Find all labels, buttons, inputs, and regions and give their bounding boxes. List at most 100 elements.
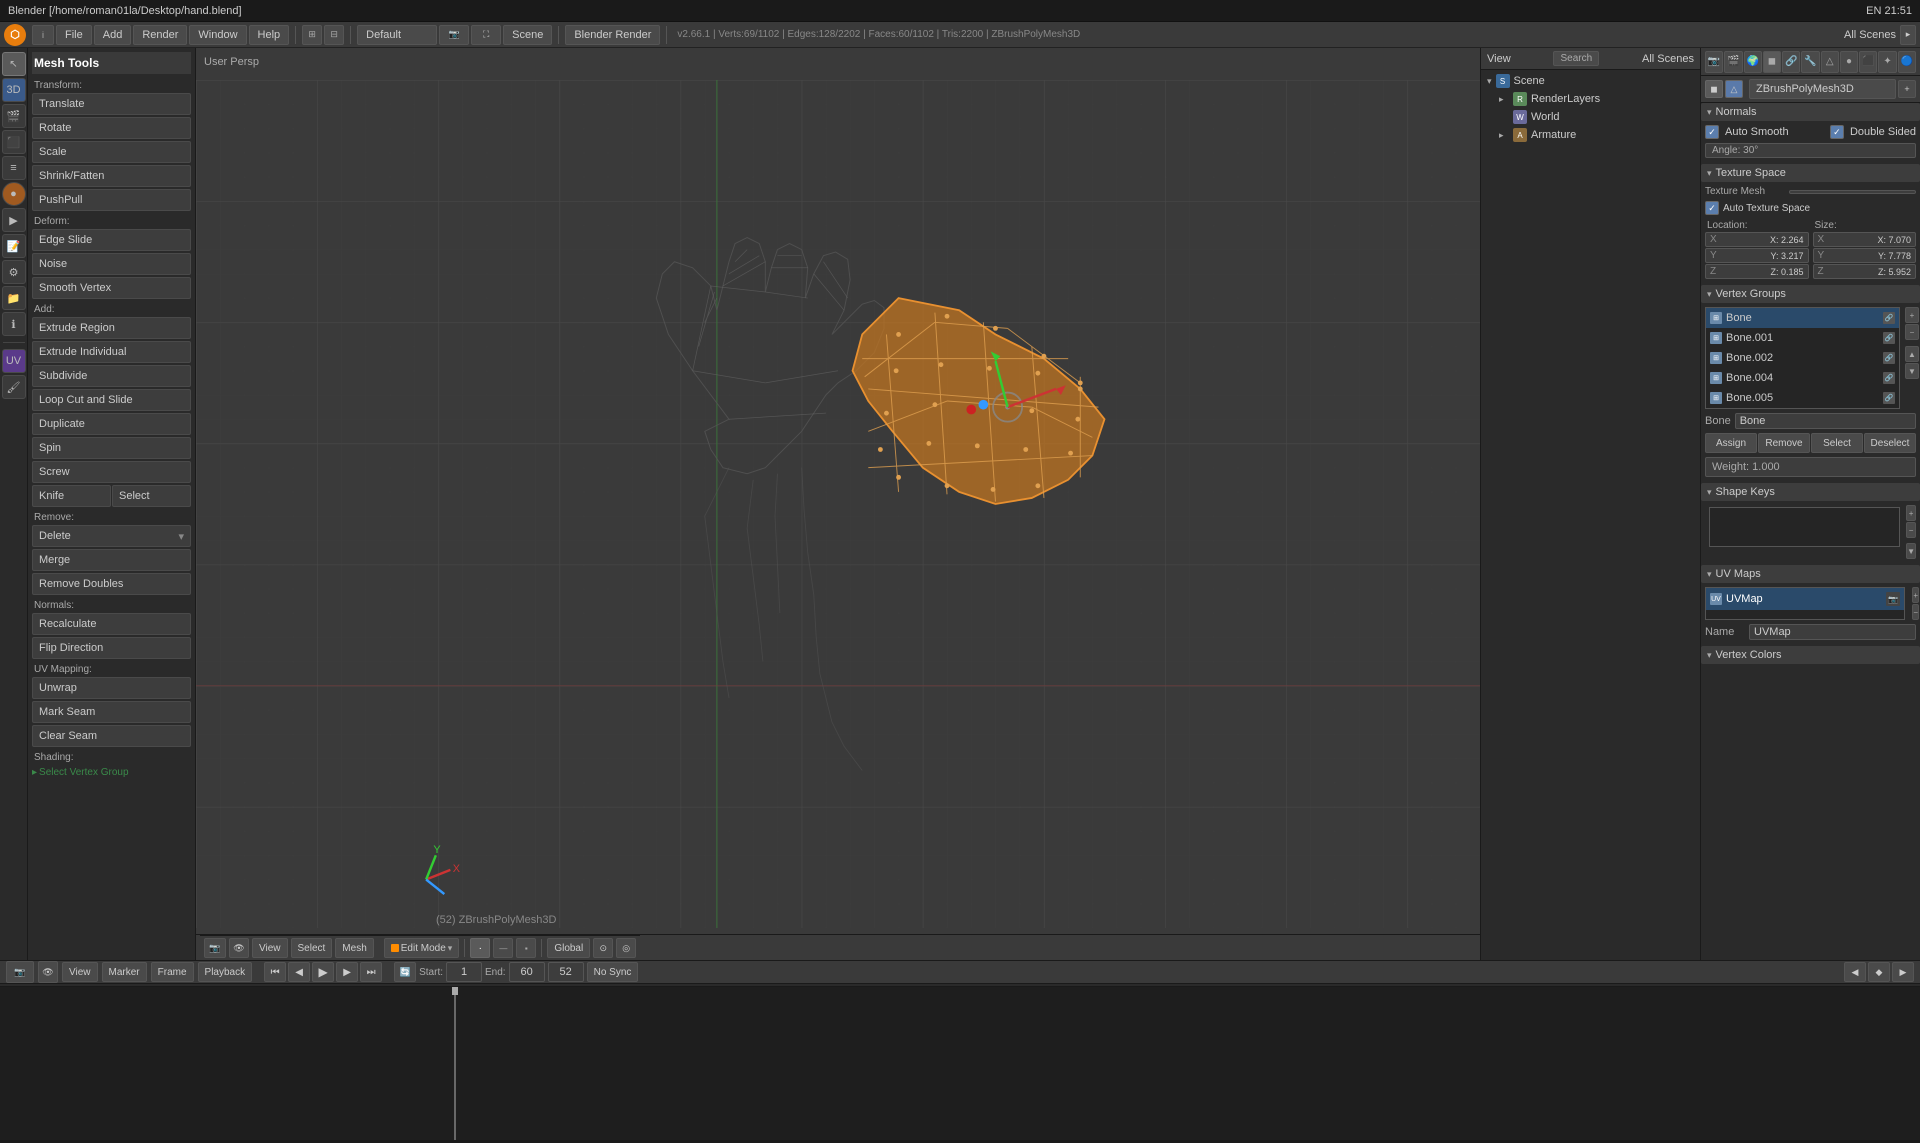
outliner-search[interactable]: Search	[1553, 51, 1599, 66]
clear-seam-btn[interactable]: Clear Seam	[32, 725, 191, 747]
prop-constraint-icon[interactable]: 🔗	[1782, 51, 1800, 73]
prop-material-icon[interactable]: ●	[1840, 51, 1858, 73]
subdivide-btn[interactable]: Subdivide	[32, 365, 191, 387]
remove-doubles-btn[interactable]: Remove Doubles	[32, 573, 191, 595]
end-icon[interactable]: ⏭	[360, 962, 382, 982]
global-selector[interactable]: Global	[547, 938, 590, 958]
vgroup-bone005[interactable]: ⊞ Bone.005 🔗	[1706, 388, 1899, 408]
uvmap-cam-icon[interactable]: 📷	[1886, 592, 1900, 606]
file-menu[interactable]: File	[56, 25, 92, 45]
timeline-eye-icon[interactable]: 👁	[38, 961, 58, 983]
all-scenes-dropdown[interactable]: All Scenes	[1642, 53, 1694, 65]
prop-physics-icon[interactable]: 🔵	[1898, 51, 1916, 73]
paint-icon[interactable]: 🖌	[2, 375, 26, 399]
render-icon2[interactable]: ⛶	[471, 25, 501, 45]
flip-direction-btn[interactable]: Flip Direction	[32, 637, 191, 659]
shrink-btn[interactable]: Shrink/Fatten	[32, 165, 191, 187]
viewport-cam-icon[interactable]: 📷	[204, 938, 226, 958]
scene-selector[interactable]: Scene	[503, 25, 552, 45]
prop-texture-icon[interactable]: ⬛	[1859, 51, 1877, 73]
angle-field[interactable]: Angle: 30°	[1705, 143, 1916, 158]
vgroup-bone002[interactable]: ⊞ Bone.002 🔗	[1706, 348, 1899, 368]
merge-btn[interactable]: Merge	[32, 549, 191, 571]
select-btn[interactable]: Select	[112, 485, 191, 507]
mode-selector[interactable]: Default	[357, 25, 437, 45]
loc-x-field[interactable]: X X: 2.264	[1705, 232, 1809, 247]
key-add-icon[interactable]: ◆	[1868, 962, 1890, 982]
split-icon[interactable]: ⊟	[324, 25, 344, 45]
zbrushmesh-selector[interactable]: ZBrushPolyMesh3D	[1749, 79, 1896, 99]
edit-mode-selector[interactable]: Edit Mode ▾	[384, 938, 460, 958]
duplicate-btn[interactable]: Duplicate	[32, 413, 191, 435]
rotate-btn[interactable]: Rotate	[32, 117, 191, 139]
vp-select-btn[interactable]: Select	[291, 938, 333, 958]
script-icon[interactable]: 📝	[2, 234, 26, 258]
scale-btn[interactable]: Scale	[32, 141, 191, 163]
viewport[interactable]: User Persp	[196, 48, 1480, 960]
auto-texture-checkbox[interactable]	[1705, 201, 1719, 215]
uv-maps-header[interactable]: ▾ UV Maps	[1701, 565, 1920, 583]
expand-icon[interactable]: ▸	[1900, 25, 1916, 45]
uv-add-btn[interactable]: +	[1912, 587, 1919, 603]
uv-icon[interactable]: UV	[2, 349, 26, 373]
viewport-eye-icon[interactable]: 👁	[229, 938, 249, 958]
playback-btn[interactable]: Playback	[198, 962, 253, 982]
grid-icon[interactable]: ⊞	[302, 25, 322, 45]
render-icon1[interactable]: 📷	[439, 25, 469, 45]
sk-add-btn[interactable]: +	[1906, 505, 1916, 521]
uvmap-item[interactable]: UV UVMap 📷	[1706, 588, 1904, 610]
timeline-view-btn[interactable]: View	[62, 962, 98, 982]
loop-cut-btn[interactable]: Loop Cut and Slide	[32, 389, 191, 411]
weight-bar[interactable]: Weight: 1.000	[1705, 457, 1916, 477]
knife-btn[interactable]: Knife	[32, 485, 111, 507]
extrude-individual-btn[interactable]: Extrude Individual	[32, 341, 191, 363]
vertex-groups-header[interactable]: ▾ Vertex Groups	[1701, 285, 1920, 303]
blender-logo[interactable]: ⬡	[4, 24, 26, 46]
mark-seam-btn[interactable]: Mark Seam	[32, 701, 191, 723]
vgroup-down-btn[interactable]: ▼	[1905, 363, 1919, 379]
obj-icon-1[interactable]: ◼	[1705, 80, 1723, 98]
properties-strip-icon[interactable]: ⚙	[2, 260, 26, 284]
sync-icon[interactable]: 🔄	[394, 962, 416, 982]
assign-btn[interactable]: Assign	[1705, 433, 1757, 453]
render-engine[interactable]: Blender Render	[565, 25, 660, 45]
extrude-region-btn[interactable]: Extrude Region	[32, 317, 191, 339]
chrome-icon[interactable]: ●	[2, 182, 26, 206]
normals-header[interactable]: ▾ Normals	[1701, 103, 1920, 121]
timeline-cam-icon[interactable]: 📷	[6, 961, 34, 983]
translate-btn[interactable]: Translate	[32, 93, 191, 115]
vert-icon[interactable]: ·	[470, 938, 490, 958]
loc-y-field[interactable]: Y Y: 3.217	[1705, 248, 1809, 263]
edge-slide-btn[interactable]: Edge Slide	[32, 229, 191, 251]
prop-data-icon[interactable]: △	[1821, 51, 1839, 73]
vgroup-bone004[interactable]: ⊞ Bone.004 🔗	[1706, 368, 1899, 388]
no-sync-btn[interactable]: No Sync	[587, 962, 639, 982]
unwrap-btn[interactable]: Unwrap	[32, 677, 191, 699]
loc-z-field[interactable]: Z Z: 0.185	[1705, 264, 1809, 279]
prop-modifier-icon[interactable]: 🔧	[1801, 51, 1819, 73]
edge-icon[interactable]: —	[493, 938, 513, 958]
vgroup-remove-btn[interactable]: −	[1905, 324, 1919, 340]
shape-keys-header[interactable]: ▾ Shape Keys	[1701, 483, 1920, 501]
double-sided-checkbox[interactable]	[1830, 125, 1844, 139]
sk-down-btn[interactable]: ▼	[1906, 543, 1916, 559]
end-frame[interactable]: 60	[509, 962, 545, 982]
info-strip-icon[interactable]: ℹ	[2, 312, 26, 336]
prop-particles-icon[interactable]: ✦	[1878, 51, 1896, 73]
cursor-icon[interactable]: ↖	[2, 52, 26, 76]
pushpull-btn[interactable]: PushPull	[32, 189, 191, 211]
smooth-vertex-btn[interactable]: Smooth Vertex	[32, 277, 191, 299]
snap-icon[interactable]: ⊙	[593, 938, 613, 958]
current-frame[interactable]: 52	[548, 962, 584, 982]
start-frame[interactable]: 1	[446, 962, 482, 982]
prop-object-icon[interactable]: ◼	[1763, 51, 1781, 73]
rewind-icon[interactable]: ⏮	[264, 962, 286, 982]
uv-remove-btn[interactable]: −	[1912, 604, 1919, 620]
face-icon[interactable]: ▪	[516, 938, 536, 958]
noise-btn[interactable]: Noise	[32, 253, 191, 275]
prop-scene-icon[interactable]: 🎬	[1724, 51, 1742, 73]
window-menu[interactable]: Window	[189, 25, 246, 45]
prop-world-icon[interactable]: 🌍	[1744, 51, 1762, 73]
add-obj-icon[interactable]: +	[1898, 80, 1916, 98]
info-icon[interactable]: i	[32, 25, 54, 45]
